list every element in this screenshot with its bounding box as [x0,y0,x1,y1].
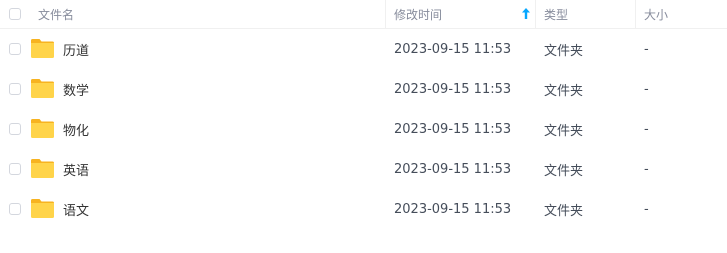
file-list: 文件名 修改时间 类型 大小 历道 2023-09-15 11:53 文件夹 - [0,0,727,229]
row-checkbox[interactable] [9,203,21,215]
file-type: 文件夹 [544,43,584,59]
column-divider[interactable] [635,0,636,28]
row-checkbox[interactable] [9,83,21,95]
file-row[interactable]: 历道 2023-09-15 11:53 文件夹 - [0,29,727,69]
file-size: - [644,81,649,97]
column-header-size[interactable]: 大小 [644,0,668,28]
column-header-type[interactable]: 类型 [544,0,568,28]
folder-icon [31,119,54,138]
column-header-time[interactable]: 修改时间 [394,0,536,28]
file-type: 文件夹 [544,83,584,99]
row-checkbox[interactable] [9,123,21,135]
file-name[interactable]: 语文 [63,189,89,229]
modified-time: 2023-09-15 11:53 [394,201,512,217]
file-row[interactable]: 物化 2023-09-15 11:53 文件夹 - [0,109,727,149]
row-checkbox[interactable] [9,43,21,55]
file-size: - [644,121,649,137]
file-list-header: 文件名 修改时间 类型 大小 [0,0,727,29]
column-header-name[interactable]: 文件名 [38,0,74,28]
file-row[interactable]: 语文 2023-09-15 11:53 文件夹 - [0,189,727,229]
column-divider[interactable] [535,0,536,28]
folder-icon [31,39,54,58]
sort-ascending-icon[interactable] [522,8,530,19]
modified-time: 2023-09-15 11:53 [394,161,512,177]
file-size: - [644,41,649,57]
folder-icon [31,159,54,178]
file-size: - [644,201,649,217]
file-type: 文件夹 [544,163,584,179]
folder-icon [31,79,54,98]
modified-time: 2023-09-15 11:53 [394,41,512,57]
modified-time: 2023-09-15 11:53 [394,121,512,137]
file-type: 文件夹 [544,123,584,139]
modified-time: 2023-09-15 11:53 [394,81,512,97]
folder-icon [31,199,54,218]
file-name[interactable]: 英语 [63,149,89,189]
column-divider[interactable] [385,0,386,28]
file-name[interactable]: 物化 [63,109,89,149]
file-name[interactable]: 历道 [63,29,89,69]
file-row[interactable]: 数学 2023-09-15 11:53 文件夹 - [0,69,727,109]
file-name[interactable]: 数学 [63,69,89,109]
file-list-body: 历道 2023-09-15 11:53 文件夹 - 数学 2023-09-15 … [0,29,727,229]
file-row[interactable]: 英语 2023-09-15 11:53 文件夹 - [0,149,727,189]
file-size: - [644,161,649,177]
file-type: 文件夹 [544,203,584,219]
row-checkbox[interactable] [9,163,21,175]
select-all-checkbox[interactable] [9,8,21,20]
